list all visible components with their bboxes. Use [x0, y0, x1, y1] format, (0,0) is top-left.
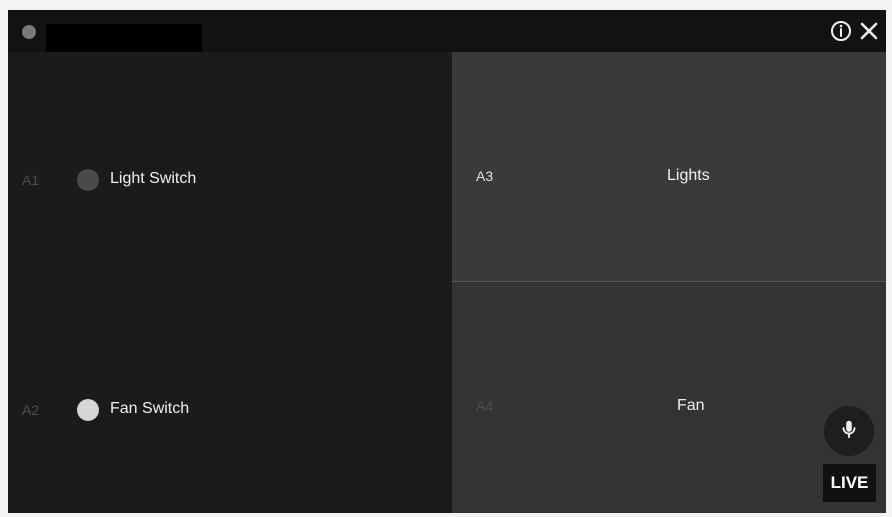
live-badge[interactable]: LIVE [823, 464, 876, 502]
tile-label: Light Switch [110, 170, 197, 187]
app-window: A1 Light Switch A2 Fan Switch A3 Lights … [8, 10, 886, 513]
tile-label: Lights [667, 167, 710, 184]
tile-label: Fan [677, 397, 705, 414]
tile-address: A2 [22, 402, 40, 418]
tile-address: A4 [476, 398, 494, 414]
close-icon[interactable] [854, 16, 884, 46]
left-panel: A1 Light Switch A2 Fan Switch [8, 52, 452, 513]
info-icon[interactable] [826, 16, 856, 46]
tile-address: A1 [22, 172, 40, 188]
light-switch-tile[interactable]: A1 Light Switch [8, 165, 452, 195]
microphone-icon [838, 418, 860, 445]
fan-tile[interactable]: A4 Fan [452, 282, 886, 513]
toggle-on-icon[interactable] [77, 399, 99, 421]
title-black-box [46, 24, 202, 52]
microphone-button[interactable] [824, 406, 874, 456]
tile-address: A3 [476, 168, 494, 184]
title-bar [8, 10, 886, 52]
fan-switch-tile[interactable]: A2 Fan Switch [8, 395, 452, 425]
status-dot-icon [22, 25, 36, 39]
toggle-off-icon[interactable] [77, 169, 99, 191]
tile-label: Fan Switch [110, 400, 190, 417]
lights-tile[interactable]: A3 Lights [452, 52, 886, 281]
